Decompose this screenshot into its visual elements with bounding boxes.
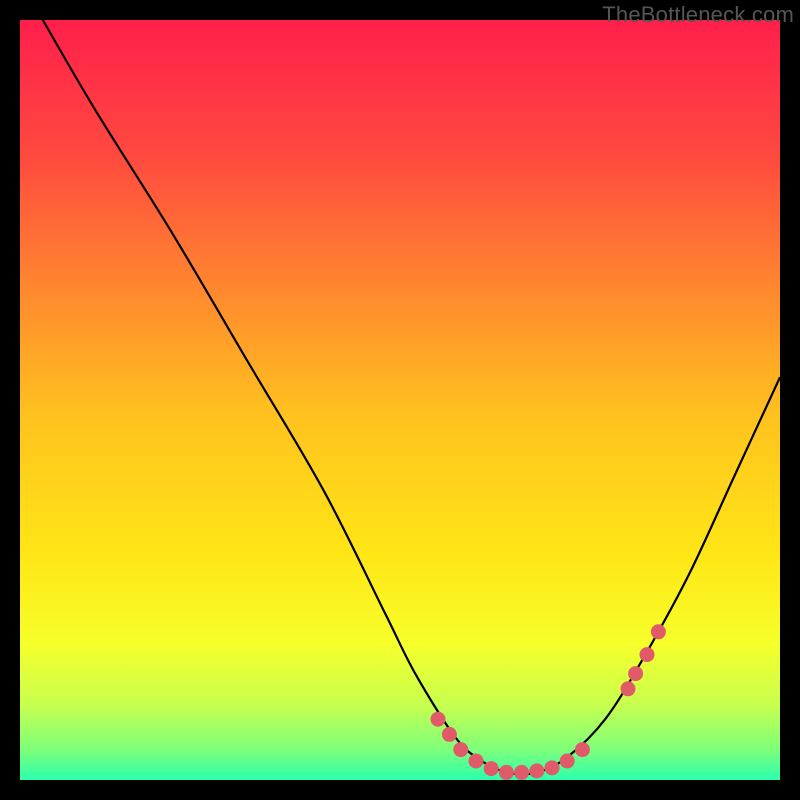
curve-marker xyxy=(484,761,499,776)
curve-marker xyxy=(545,760,560,775)
chart-frame xyxy=(20,20,780,780)
curve-marker xyxy=(621,681,636,696)
watermark-text: TheBottleneck.com xyxy=(602,2,794,28)
curve-marker xyxy=(442,727,457,742)
gradient-background xyxy=(20,20,780,780)
curve-marker xyxy=(499,765,514,780)
curve-marker xyxy=(575,742,590,757)
curve-marker xyxy=(529,763,544,778)
curve-marker xyxy=(469,754,484,769)
curve-marker xyxy=(651,624,666,639)
curve-marker xyxy=(560,754,575,769)
curve-marker xyxy=(453,742,468,757)
bottleneck-chart xyxy=(20,20,780,780)
curve-marker xyxy=(628,666,643,681)
curve-marker xyxy=(431,712,446,727)
curve-marker xyxy=(640,647,655,662)
curve-marker xyxy=(514,765,529,780)
